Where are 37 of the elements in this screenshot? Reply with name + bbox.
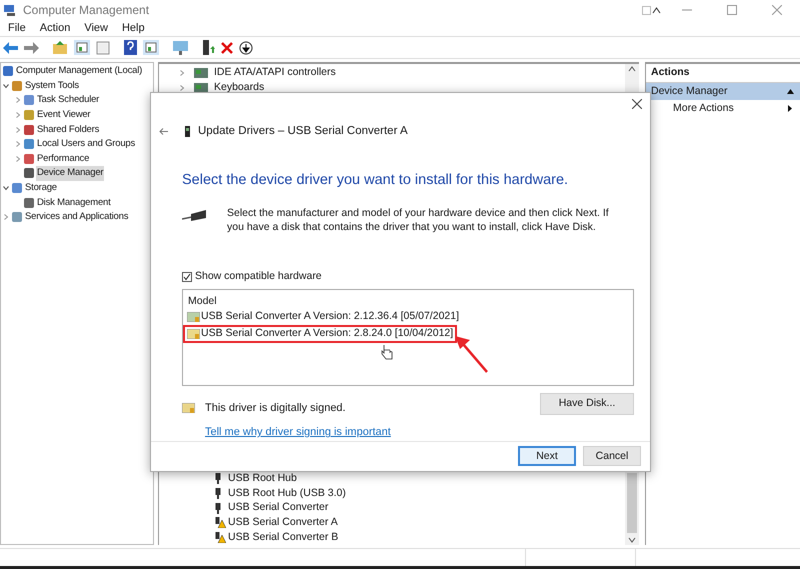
- dialog-button[interactable]: Next: [518, 446, 576, 466]
- actions-section-header[interactable]: Device Manager: [646, 83, 800, 100]
- tree-item[interactable]: Performance: [36, 152, 90, 166]
- model-item[interactable]: USB Serial Converter A Version: 2.12.36.4 [05/07/2021]: [201, 308, 459, 325]
- device-item[interactable]: USB Serial Converter: [228, 500, 328, 516]
- device-item[interactable]: USB Serial Converter A: [228, 515, 338, 531]
- tree-item[interactable]: Storage: [24, 180, 58, 196]
- tree-item[interactable]: Device Manager: [36, 166, 104, 181]
- list-header: Model: [188, 294, 218, 308]
- tree-item[interactable]: Event Viewer: [36, 108, 92, 122]
- checkbox-label: Show compatible hardware: [195, 269, 322, 284]
- tree-item[interactable]: Local Users and Groups: [36, 137, 136, 152]
- device-item[interactable]: USB Root Hub (USB 3.0): [228, 486, 346, 502]
- device-item[interactable]: USB Root Hub: [228, 471, 297, 487]
- device-item[interactable]: USB Serial Converter B: [228, 530, 338, 546]
- tree-item[interactable]: Shared Folders: [36, 122, 100, 137]
- have-disk-button[interactable]: Have Disk...: [540, 392, 634, 415]
- device-category[interactable]: IDE ATA/ATAPI controllers: [214, 64, 336, 80]
- action-link[interactable]: More Actions: [673, 100, 788, 116]
- tree-item[interactable]: Task Scheduler: [36, 93, 100, 108]
- tree-item[interactable]: Services and Applications: [24, 210, 130, 224]
- tree-item[interactable]: System Tools: [24, 78, 80, 94]
- dialog-title: Update Drivers – USB Serial Converter A: [198, 124, 408, 139]
- dialog-button[interactable]: Cancel: [583, 446, 641, 466]
- menu-item[interactable]: View: [84, 20, 108, 36]
- menu-item[interactable]: Help: [122, 20, 145, 36]
- driver-signing-link[interactable]: Tell me why driver signing is important: [205, 424, 391, 441]
- model-item[interactable]: USB Serial Converter A Version: 2.8.24.0 [10/04/2012]: [201, 326, 454, 342]
- signature-status: This driver is digitally signed.: [205, 400, 346, 416]
- tree-item[interactable]: Disk Management: [36, 196, 112, 210]
- instruction-text: Select the manufacturer and model of your hardware device and then click Next. If you have a disk that contains the driver that you want to install, click Have Disk.: [227, 206, 610, 234]
- dialog-heading: Select the device driver you want to install for this hardware.: [182, 171, 570, 190]
- menu-item[interactable]: Action: [40, 20, 70, 36]
- menu-item[interactable]: File: [8, 20, 26, 36]
- tree-item[interactable]: Computer Management (Local): [15, 64, 144, 78]
- device-category[interactable]: Keyboards: [214, 80, 264, 96]
- window-title: Computer Management: [23, 2, 150, 19]
